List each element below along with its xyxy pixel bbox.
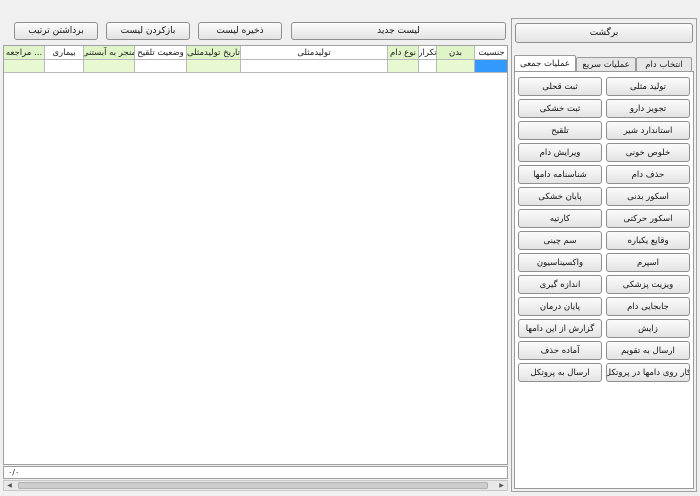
table-cell[interactable] <box>135 60 187 73</box>
op-report-animals-button[interactable]: گزارش از این دامها <box>518 319 602 338</box>
operations-panel: برگشت انتخاب دام عملیات سریع عملیات جمعی… <box>511 18 697 492</box>
column-header-insemination-status[interactable]: وضعیت تلقیح <box>135 46 187 60</box>
scroll-left-icon[interactable]: ◀ <box>4 481 15 490</box>
save-list-button[interactable]: ذخیره لیست <box>198 22 282 40</box>
column-header-repeat[interactable]: تکرار <box>419 46 437 60</box>
record-count: ۰/۰ <box>8 468 20 477</box>
table-cell[interactable] <box>84 60 135 73</box>
new-list-button[interactable]: لیست جدید <box>291 22 506 40</box>
table-cell[interactable] <box>419 60 437 73</box>
op-record-heat-button[interactable]: ثبت قحلی <box>518 77 602 96</box>
op-send-to-protocol-button[interactable]: ارسال به پروتکل <box>518 363 602 382</box>
table-cell[interactable] <box>4 60 45 73</box>
op-edit-animal-button[interactable]: ویرایش دام <box>518 143 602 162</box>
table-cell[interactable] <box>437 60 475 73</box>
op-ready-to-cull-button[interactable]: آماده حذف <box>518 341 602 360</box>
op-reproduction-button[interactable]: تولید مثلی <box>606 77 690 96</box>
op-card-button[interactable]: کارتیه <box>518 209 602 228</box>
op-insemination-button[interactable]: تلقیح <box>518 121 602 140</box>
op-milk-standard-button[interactable]: استاندارد شیر <box>606 121 690 140</box>
op-work-in-protocol-button[interactable]: کار روی دامها در پروتکل <box>606 363 690 382</box>
op-end-treatment-button[interactable]: پایان درمان <box>518 297 602 316</box>
op-movement-score-button[interactable]: اسکور حرکتی <box>606 209 690 228</box>
column-header-gender[interactable]: جنسیت <box>475 46 507 60</box>
op-move-animal-button[interactable]: جابجایی دام <box>606 297 690 316</box>
op-send-to-calendar-button[interactable]: ارسال به تقویم <box>606 341 690 360</box>
status-bar: ۰/۰ <box>3 466 508 479</box>
scroll-right-icon[interactable]: ▶ <box>496 481 507 490</box>
column-header-reproduction-date[interactable]: تاریخ تولیدمثلی <box>187 46 241 60</box>
op-prescribe-drug-button[interactable]: تجویز دارو <box>606 99 690 118</box>
table-cell[interactable] <box>475 60 507 73</box>
back-button[interactable]: برگشت <box>515 23 693 43</box>
column-header-animal-type[interactable]: نوع دام <box>388 46 419 60</box>
op-delete-animal-button[interactable]: حذف دام <box>606 165 690 184</box>
column-header-reproduction[interactable]: تولیدمثلی <box>241 46 388 60</box>
tab-select-animal[interactable]: انتخاب دام <box>636 57 692 71</box>
op-vaccination-button[interactable]: واکسیناسیون <box>518 253 602 272</box>
column-header-body[interactable]: بدن <box>437 46 475 60</box>
table-cell[interactable] <box>45 60 84 73</box>
tab-quick-operations[interactable]: عملیات سریع <box>576 57 636 71</box>
table-cell[interactable] <box>388 60 419 73</box>
tab-content: تولید مثلی ثبت قحلی تجویز دارو ثبت خشکی … <box>514 71 694 489</box>
op-vet-visit-button[interactable]: ویزیت پزشکی <box>606 275 690 294</box>
grid-header: جنسیت بدن تکرار نوع دام تولیدمثلی تاریخ … <box>4 46 507 60</box>
op-end-dry-button[interactable]: پایان خشکی <box>518 187 602 206</box>
column-header-led-to-pregnancy[interactable]: منجر به آبستنی <box>84 46 135 60</box>
remove-order-button[interactable]: برداشتن ترتیب <box>14 22 98 40</box>
op-blood-purity-button[interactable]: خلوص خونی <box>606 143 690 162</box>
op-animal-id-card-button[interactable]: شناسنامه دامها <box>518 165 602 184</box>
op-sperm-button[interactable]: اسپرم <box>606 253 690 272</box>
column-header-disease[interactable]: بیماری <box>45 46 84 60</box>
op-hoof-trimming-button[interactable]: سم چینی <box>518 231 602 250</box>
op-one-time-events-button[interactable]: وقایع یکباره <box>606 231 690 250</box>
scrollbar-thumb[interactable] <box>18 482 488 489</box>
tab-strip: انتخاب دام عملیات سریع عملیات جمعی <box>514 55 694 71</box>
table-cell[interactable] <box>241 60 388 73</box>
op-record-dry-button[interactable]: ثبت خشکی <box>518 99 602 118</box>
op-calving-button[interactable]: زایش <box>606 319 690 338</box>
op-measurement-button[interactable]: اندازه گیری <box>518 275 602 294</box>
animal-grid[interactable]: جنسیت بدن تکرار نوع دام تولیدمثلی تاریخ … <box>3 45 508 465</box>
op-body-score-button[interactable]: اسکور بدنی <box>606 187 690 206</box>
table-cell[interactable] <box>187 60 241 73</box>
tab-group-operations[interactable]: عملیات جمعی <box>514 55 576 71</box>
column-header-visit[interactable]: مراجعه ... <box>4 46 45 60</box>
table-row[interactable] <box>4 60 507 73</box>
load-list-button[interactable]: بازکردن لیست <box>106 22 190 40</box>
horizontal-scrollbar[interactable]: ◀ ▶ <box>3 480 508 491</box>
